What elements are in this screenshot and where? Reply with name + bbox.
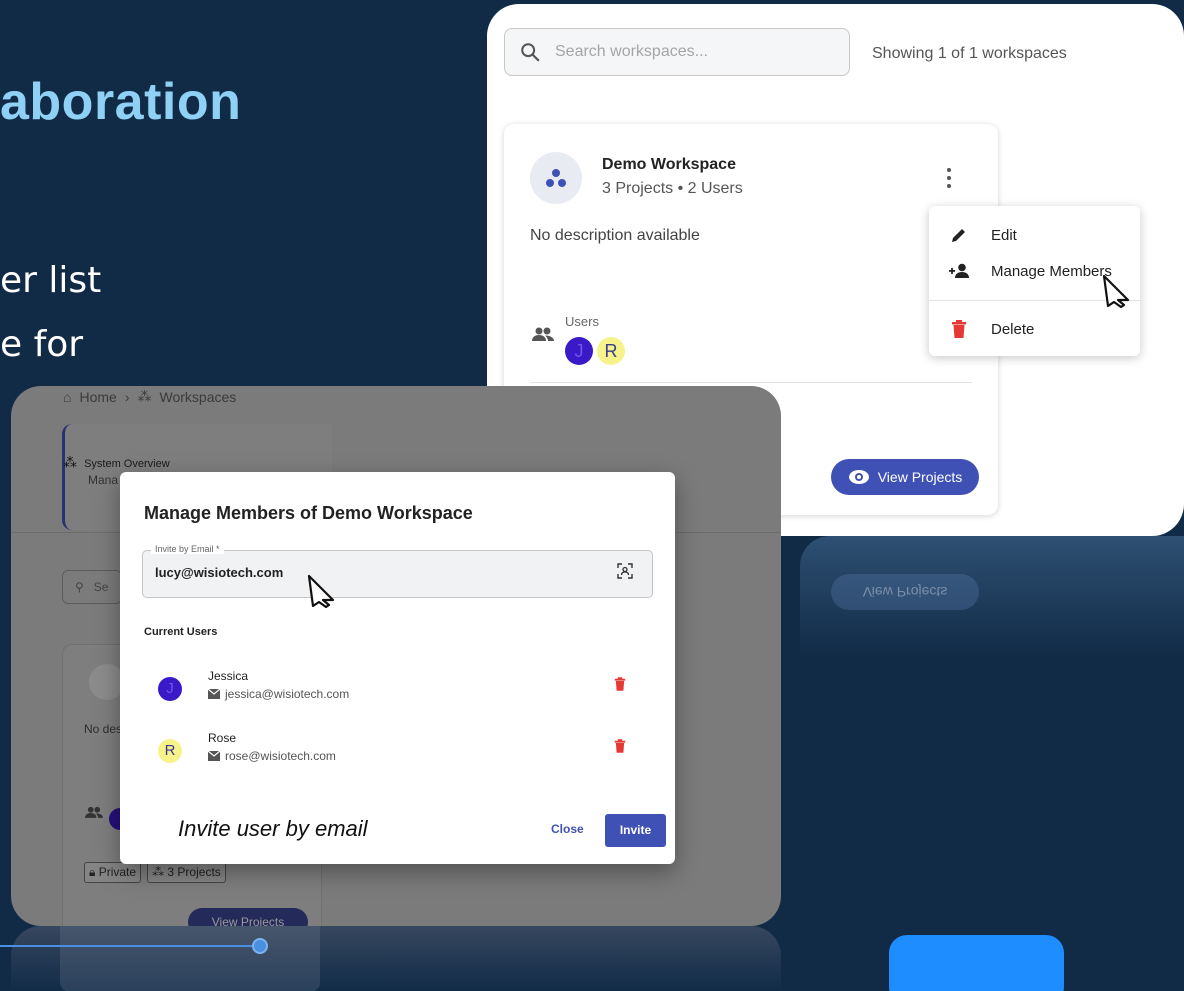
menu-item-edit[interactable]: Edit (929, 217, 1140, 253)
slide-text-line-2: e for (0, 324, 84, 365)
breadcrumb-workspaces[interactable]: Workspaces (160, 389, 237, 405)
invite-button[interactable]: Invite (605, 814, 666, 847)
view-projects-label: View Projects (877, 469, 963, 485)
caption-text: Invite user by email (178, 816, 368, 841)
results-count: Showing 1 of 1 workspaces (872, 45, 1067, 62)
mail-icon (208, 751, 220, 761)
mouse-cursor-icon (307, 574, 335, 608)
member-row: R Rose rose@wisiotech.com (120, 729, 675, 769)
dialog-title: Manage Members of Demo Workspace (144, 503, 473, 523)
menu-item-label: Manage Members (991, 262, 1112, 280)
contact-scan-icon[interactable] (617, 563, 633, 579)
search-icon (521, 43, 540, 62)
workspace-icon (546, 169, 566, 187)
search-icon: ⚲ (75, 580, 84, 594)
background-search-text: Se (93, 580, 109, 594)
view-projects-button[interactable]: View Projects (831, 459, 979, 495)
user-avatar-r[interactable]: R (597, 337, 625, 365)
delete-member-icon[interactable] (614, 677, 626, 691)
tag-projects-label: 3 Projects (167, 865, 221, 879)
background-description: No des (84, 722, 123, 736)
workspace-avatar (530, 152, 582, 204)
tag-projects: ⁂ 3 Projects (147, 862, 226, 883)
member-name: Rose (208, 731, 237, 745)
invite-email-input[interactable] (155, 565, 585, 580)
mouse-cursor-icon (1102, 274, 1130, 308)
users-label: Users (565, 314, 599, 329)
close-button[interactable]: Close (551, 822, 584, 836)
slide-text-line-1: er list (0, 260, 102, 301)
pencil-icon (952, 229, 965, 242)
more-options-icon[interactable] (941, 164, 957, 192)
slide-progress-line (0, 945, 262, 947)
background-view-projects-button: View Projects (188, 908, 308, 926)
lock-icon: 🔒︎ (89, 865, 99, 879)
member-email: rose@wisiotech.com (208, 749, 336, 763)
manage-members-dialog: Manage Members of Demo Workspace Invite … (120, 472, 675, 864)
menu-item-label: Delete (991, 320, 1035, 338)
system-overview-title: ⁂ System Overview (63, 454, 170, 471)
add-person-icon (949, 263, 969, 278)
workspace-icon: ⁂ (152, 865, 168, 879)
slide-title: aboration (0, 73, 242, 131)
users-icon (532, 327, 554, 341)
member-avatar: J (158, 677, 182, 701)
system-overview-subtitle: Mana (88, 473, 119, 487)
mail-icon (208, 689, 220, 699)
member-row: J Jessica jessica@wisiotech.com (120, 667, 675, 707)
member-email-text: jessica@wisiotech.com (225, 687, 350, 701)
workspace-icon: ⁂ (137, 388, 152, 404)
slide-progress-handle[interactable] (252, 938, 268, 954)
member-email-text: rose@wisiotech.com (225, 749, 336, 763)
member-name: Jessica (208, 669, 249, 683)
eye-icon (848, 470, 869, 484)
panel-reflection-inner (60, 926, 320, 991)
background-search-box[interactable]: ⚲ Se (62, 570, 122, 604)
breadcrumb-home[interactable]: Home (79, 389, 116, 405)
system-overview-title-text: System Overview (84, 458, 170, 470)
menu-item-delete[interactable]: Delete (929, 311, 1140, 347)
member-email: jessica@wisiotech.com (208, 687, 349, 701)
member-avatar: R (158, 739, 182, 763)
workspace-description: No description available (530, 227, 700, 244)
home-icon: ⌂ (63, 388, 72, 405)
tag-private-label: Private (98, 865, 137, 879)
view-projects-reflection: View Projects (831, 574, 979, 610)
delete-member-icon[interactable] (614, 739, 626, 753)
workspace-icon: ⁂ (63, 454, 77, 470)
current-users-heading: Current Users (144, 626, 218, 638)
invite-email-field[interactable] (142, 550, 653, 598)
background-tags: 🔒︎ Private ⁂ 3 Projects (84, 862, 226, 883)
workspace-search-input[interactable] (555, 43, 815, 61)
workspace-meta: 3 Projects • 2 Users (602, 180, 743, 197)
workspace-search-box[interactable] (504, 28, 850, 76)
workspace-name: Demo Workspace (602, 156, 736, 173)
breadcrumb: ⌂ Home › ⁂ Workspaces (63, 388, 236, 405)
tag-private: 🔒︎ Private (84, 862, 142, 883)
chevron-right-icon: › (124, 388, 130, 405)
manage-members-screenshot: ⌂ Home › ⁂ Workspaces ⁂ System Overview … (11, 386, 781, 926)
invite-email-label: Invite by Email * (151, 544, 224, 554)
decorative-blue-block (889, 935, 1064, 991)
card-divider (530, 382, 972, 383)
trash-icon (952, 320, 966, 338)
menu-item-label: Edit (991, 226, 1017, 244)
user-avatar-j[interactable]: J (565, 337, 593, 365)
users-icon (85, 806, 103, 818)
